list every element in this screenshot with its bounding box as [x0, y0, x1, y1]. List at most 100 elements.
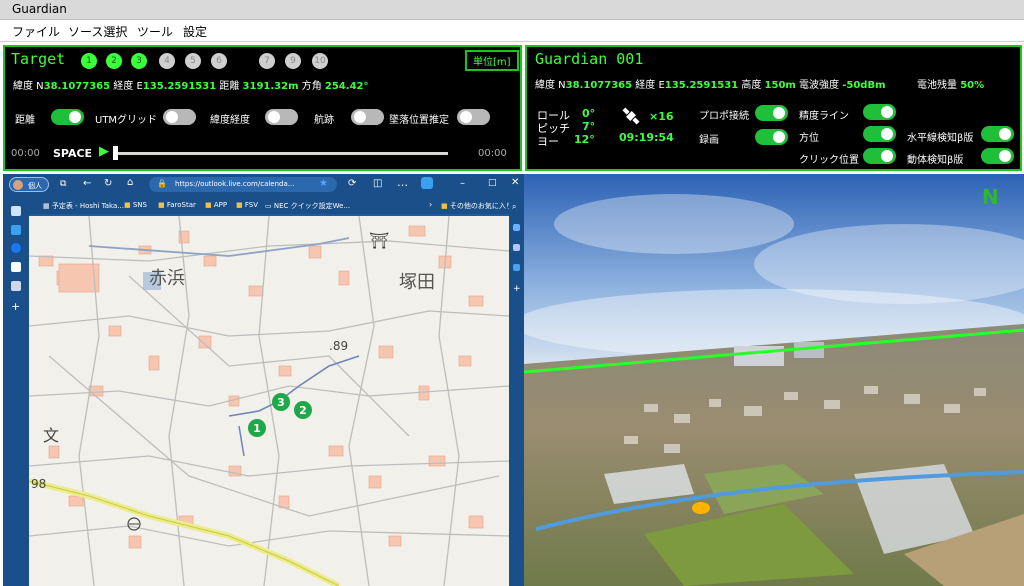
refresh-icon[interactable]: ↻ [104, 178, 112, 189]
sidebar-outlook-icon[interactable] [11, 225, 21, 235]
target-marker-3[interactable]: 3 [272, 393, 290, 411]
target-marker-1[interactable]: 1 [248, 419, 266, 437]
target-button-7[interactable]: 7 [259, 53, 275, 69]
toggle-label-bearing: 方位 [799, 133, 819, 144]
browser-window: 個人 ⧉ ← ↻ ⌂ 🔒 https://outlook.live.com/ca… [3, 174, 524, 586]
other-favorites[interactable]: ■ その他のお気に入り [441, 201, 513, 211]
target-button-6[interactable]: 6 [211, 53, 227, 69]
playback-slider[interactable] [113, 152, 448, 155]
map-view[interactable]: 赤浜 塚田 .89 98 ⛩ 文 1 2 3 [29, 216, 509, 586]
right-panel-icon-c[interactable] [513, 264, 520, 271]
target-button-2[interactable]: 2 [106, 53, 122, 69]
target-button-3[interactable]: 3 [131, 53, 147, 69]
back-icon[interactable]: ← [83, 178, 91, 189]
menu-tools[interactable]: ツール [137, 23, 173, 40]
g-lon-value: 135.2591531 [664, 80, 739, 91]
right-panel-icon-a[interactable] [513, 224, 520, 231]
target-button-5[interactable]: 5 [185, 53, 201, 69]
sidebar-panel-icon[interactable] [11, 206, 21, 216]
accuracy-line-toggle[interactable] [863, 104, 896, 120]
favorite-nec[interactable]: ▭ NEC クイック設定We... [265, 201, 350, 211]
record-toggle[interactable] [755, 129, 788, 145]
target-button-1[interactable]: 1 [81, 53, 97, 69]
target-button-10[interactable]: 10 [312, 53, 328, 69]
favorite-star-icon[interactable]: ★ [319, 178, 328, 189]
browser-sidebar: + [3, 196, 29, 586]
roll-value: 0° [582, 107, 596, 120]
distance-toggle[interactable] [51, 109, 84, 125]
lat-value: 38.1077365 [43, 81, 111, 92]
favorite-calendar[interactable]: ▦ 予定表 - Hoshi Taka... [43, 201, 124, 211]
title-bar: Guardian [0, 0, 1024, 20]
right-panel-icon-b[interactable] [513, 244, 520, 251]
g-lon-label: 経度 E [635, 80, 665, 91]
playback-time-start: 00:00 [11, 148, 40, 159]
click-position-toggle[interactable] [863, 148, 896, 164]
target-marker-2[interactable]: 2 [294, 401, 312, 419]
favorite-sns[interactable]: ■ SNS [124, 201, 147, 209]
right-panel-add-icon[interactable]: + [513, 284, 521, 294]
propo-connect-toggle[interactable] [755, 105, 788, 121]
favorite-farostar[interactable]: ■ FaroStar [158, 201, 196, 209]
north-indicator: N [982, 185, 999, 209]
menu-file[interactable]: ファイル [12, 23, 60, 40]
target-title: Target [11, 50, 66, 68]
menu-source-select[interactable]: ソース選択 [68, 23, 127, 40]
click-position-marker[interactable] [692, 502, 710, 514]
lat-label: 緯度 N [13, 81, 44, 92]
minimize-icon[interactable]: – [460, 178, 465, 189]
toggle-label-record: 録画 [699, 135, 719, 146]
maximize-icon[interactable]: □ [488, 178, 497, 188]
favorite-sns-label: SNS [132, 201, 147, 209]
track-toggle[interactable] [351, 109, 384, 125]
place-label-tsukada: 塚田 [399, 272, 435, 293]
toggle-label-distance: 距離 [15, 115, 35, 126]
menu-bar: ファイル ソース選択 ツール 設定 [0, 20, 1024, 42]
lon-value: 135.2591531 [142, 81, 217, 92]
sidebar-add-icon[interactable]: + [11, 300, 20, 313]
distance-label: 距離 [219, 81, 240, 92]
guardian-status-readout: 緯度 N38.1077365 経度 E135.2591531 高度 150m 電… [535, 76, 886, 91]
unit-button[interactable]: 単位[m] [465, 50, 519, 71]
address-bar[interactable]: 🔒 https://outlook.live.com/calenda... ★ [149, 177, 337, 192]
copilot-icon[interactable] [421, 177, 433, 189]
menu-settings[interactable]: 設定 [183, 23, 207, 40]
horizon-detect-toggle[interactable] [981, 126, 1014, 142]
url-text: https://outlook.live.com/calenda... [175, 180, 295, 188]
latlon-toggle[interactable] [265, 109, 298, 125]
utm-grid-toggle[interactable] [163, 109, 196, 125]
yaw-label: ヨー [537, 135, 559, 148]
search-icon[interactable]: ⌕ [512, 202, 516, 212]
play-icon[interactable]: ▶ [99, 144, 109, 159]
playback-slider-handle[interactable] [113, 146, 118, 160]
favorite-fsv[interactable]: ■ FSV [236, 201, 258, 209]
tabs-icon[interactable]: ⧉ [60, 179, 66, 189]
spot-height-89: .89 [329, 339, 348, 353]
close-icon[interactable]: ✕ [511, 177, 519, 188]
profile-button[interactable]: 個人 [9, 177, 49, 192]
toggle-label-click-pos: クリック位置 [799, 155, 859, 166]
folder-icon: ■ [158, 201, 165, 209]
sidebar-calendar-icon[interactable] [11, 281, 21, 291]
crash-estimate-toggle[interactable] [457, 109, 490, 125]
motion-detect-toggle[interactable] [981, 148, 1014, 164]
favorite-fsv-label: FSV [244, 201, 258, 209]
target-button-4[interactable]: 4 [159, 53, 175, 69]
favorite-app[interactable]: ■ APP [205, 201, 227, 209]
school-icon: 文 [43, 426, 59, 445]
folder-icon: ■ [236, 201, 243, 209]
favorite-nec-label: NEC クイック設定We... [273, 202, 351, 210]
camera-view[interactable]: N [524, 174, 1024, 586]
sidebar-app-icon[interactable] [11, 262, 21, 272]
bearing-toggle[interactable] [863, 126, 896, 142]
extensions-icon[interactable]: ⟳ [348, 178, 356, 189]
home-icon[interactable]: ⌂ [127, 177, 133, 188]
chevron-right-icon[interactable]: › [429, 200, 432, 209]
sidebar-facebook-icon[interactable] [11, 243, 21, 253]
split-screen-icon[interactable]: ◫ [373, 178, 382, 189]
target-button-9[interactable]: 9 [285, 53, 301, 69]
favorite-app-label: APP [213, 201, 228, 209]
favorites-bar: ▦ 予定表 - Hoshi Taka... ■ SNS ■ FaroStar ■… [29, 196, 524, 214]
more-menu-icon[interactable]: … [397, 176, 408, 189]
toggle-label-latlon: 緯度経度 [210, 115, 250, 126]
